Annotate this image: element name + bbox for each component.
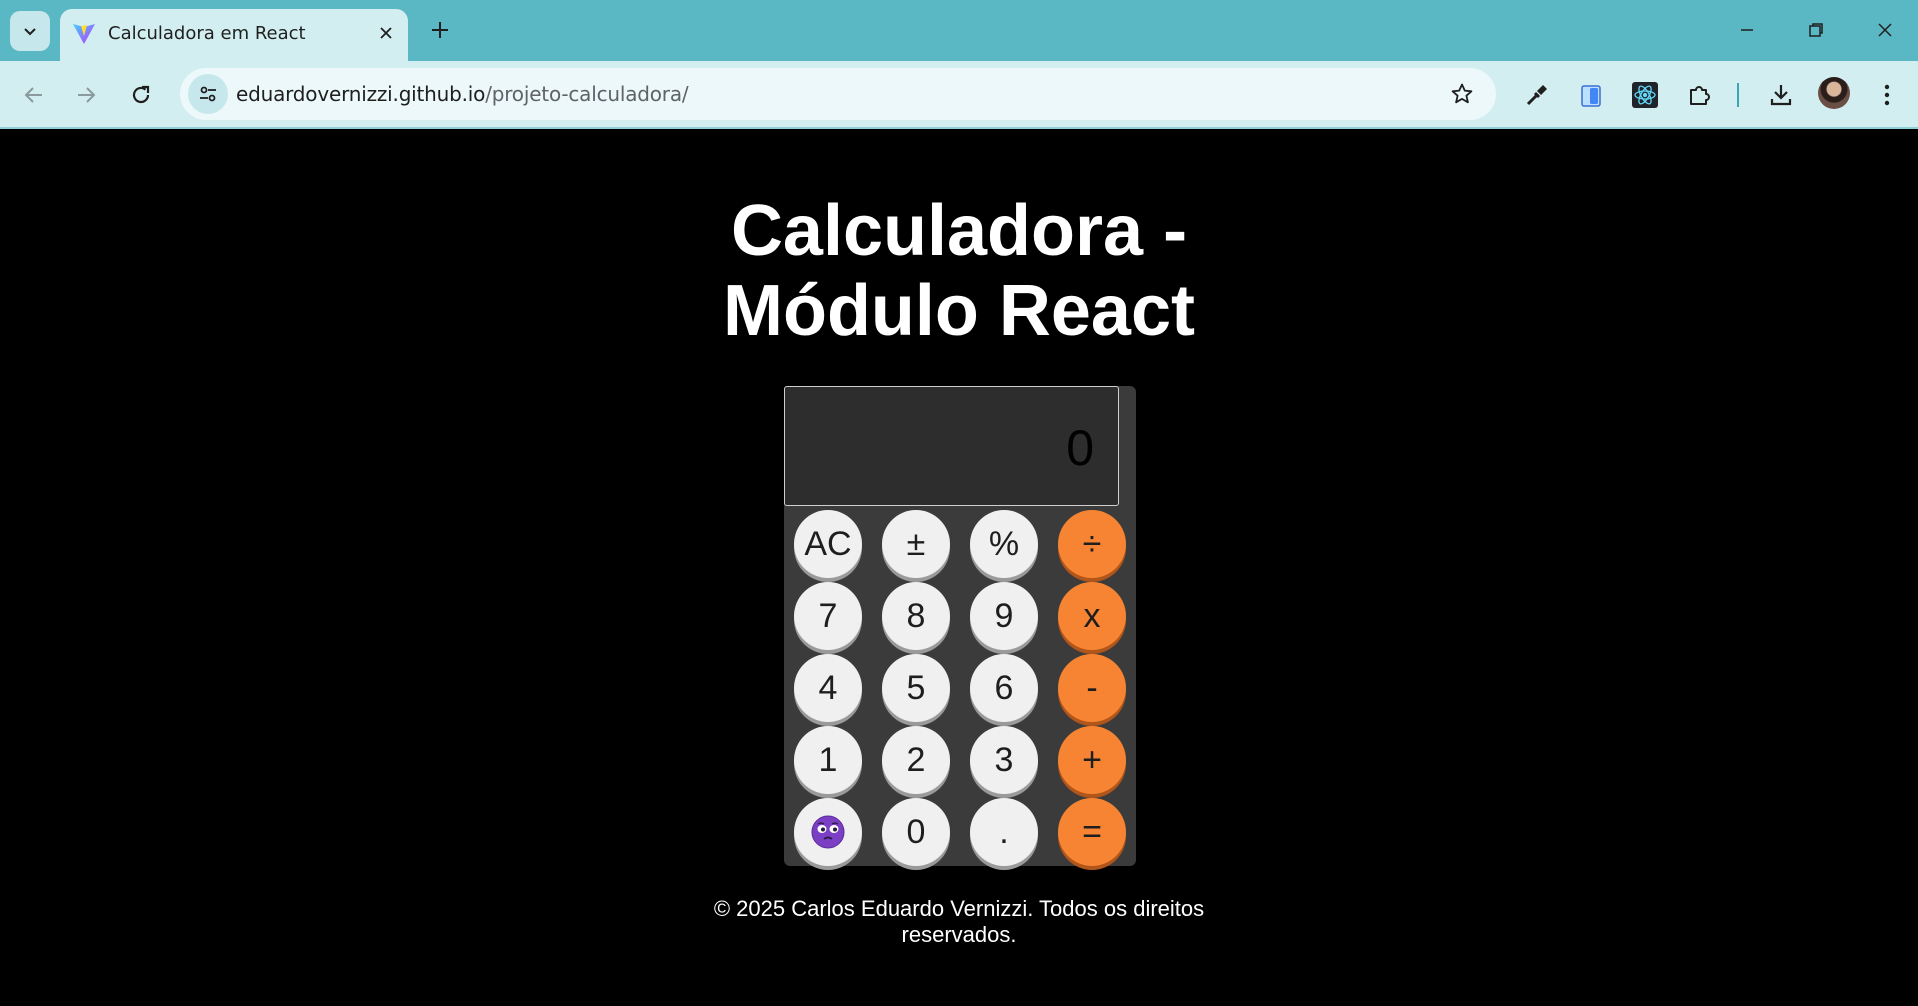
footer: © 2025 Carlos Eduardo Vernizzi. Todos os…: [0, 896, 1918, 948]
new-tab-button[interactable]: [422, 12, 458, 48]
react-devtools-button[interactable]: [1625, 75, 1665, 115]
clear-button[interactable]: AC: [794, 510, 862, 578]
device-extension-button[interactable]: [1571, 75, 1611, 115]
eyedropper-extension-button[interactable]: [1517, 75, 1557, 115]
arrow-left-icon: [24, 87, 42, 103]
tab-search-button[interactable]: [10, 11, 50, 51]
restore-button[interactable]: [1793, 8, 1839, 52]
minimize-button[interactable]: [1724, 8, 1770, 52]
extensions-button[interactable]: [1679, 75, 1719, 115]
address-bar[interactable]: eduardovernizzi.github.io/projeto-calcul…: [180, 68, 1496, 120]
url-text: eduardovernizzi.github.io/projeto-calcul…: [236, 82, 689, 106]
reload-button[interactable]: [121, 75, 161, 115]
minus-button[interactable]: -: [1058, 654, 1126, 722]
puzzle-icon: [1690, 86, 1710, 105]
divide-button[interactable]: ÷: [1058, 510, 1126, 578]
display-value: 0: [1066, 420, 1094, 476]
back-button[interactable]: [14, 75, 54, 115]
plus-minus-button[interactable]: ±: [882, 510, 950, 578]
vite-logo-icon: [73, 24, 95, 44]
downloads-button[interactable]: [1761, 75, 1801, 115]
digit-8-button[interactable]: 8: [882, 582, 950, 650]
digit-5-button[interactable]: 5: [882, 654, 950, 722]
digit-2-button[interactable]: 2: [882, 726, 950, 794]
equals-button[interactable]: =: [1058, 798, 1126, 866]
minimize-icon: [1741, 29, 1753, 31]
browser-menu-button[interactable]: [1867, 75, 1907, 115]
react-icon: [1632, 82, 1658, 108]
arrow-right-icon: [78, 87, 96, 103]
digit-0-button[interactable]: 0: [882, 798, 950, 866]
eyedropper-icon: [1526, 85, 1547, 106]
calculator-display: 0: [784, 386, 1119, 506]
more-vertical-icon: [1884, 84, 1890, 106]
url-path: /projeto-calculadora/: [485, 82, 689, 106]
browser-toolbar: eduardovernizzi.github.io/projeto-calcul…: [0, 61, 1918, 129]
emoji-button[interactable]: [794, 798, 862, 866]
reload-icon: [132, 85, 150, 104]
close-icon: [380, 27, 392, 39]
star-icon: [1451, 83, 1473, 104]
multiply-button[interactable]: x: [1058, 582, 1126, 650]
page-title: Calculadora - Módulo React: [722, 191, 1195, 351]
toolbar-divider: [1737, 83, 1739, 107]
calculator: 0 AC ± % ÷ 7 8 9 x 4 5 6 - 1 2 3 + 0 . =: [784, 386, 1136, 866]
chevron-down-icon: [24, 28, 36, 36]
digit-1-button[interactable]: 1: [794, 726, 862, 794]
browser-tab-active[interactable]: Calculadora em React: [60, 9, 408, 61]
decimal-button[interactable]: .: [970, 798, 1038, 866]
digit-3-button[interactable]: 3: [970, 726, 1038, 794]
download-icon: [1770, 85, 1792, 106]
close-icon: [1878, 23, 1892, 37]
bookmark-star-button[interactable]: [1448, 80, 1476, 108]
tune-icon: [200, 86, 216, 102]
percent-button[interactable]: %: [970, 510, 1038, 578]
digit-7-button[interactable]: 7: [794, 582, 862, 650]
digit-6-button[interactable]: 6: [970, 654, 1038, 722]
site-info-button[interactable]: [188, 74, 228, 114]
profile-avatar[interactable]: [1818, 77, 1850, 109]
url-host: eduardovernizzi.github.io: [236, 82, 486, 106]
tab-close-button[interactable]: [372, 19, 400, 47]
digit-4-button[interactable]: 4: [794, 654, 862, 722]
close-window-button[interactable]: [1862, 8, 1908, 52]
forward-button[interactable]: [66, 75, 106, 115]
footer-copyright: © 2025 Carlos Eduardo Vernizzi. Todos os…: [713, 896, 1205, 947]
phone-tablet-icon: [1581, 85, 1601, 107]
browser-tabstrip: Calculadora em React: [0, 0, 1918, 61]
restore-icon: [1809, 23, 1823, 37]
pleading-face-emoji-icon: [811, 815, 845, 849]
page-viewport: Calculadora - Módulo React 0 AC ± % ÷ 7 …: [0, 131, 1918, 1006]
plus-icon: [432, 22, 448, 38]
plus-button[interactable]: +: [1058, 726, 1126, 794]
digit-9-button[interactable]: 9: [970, 582, 1038, 650]
tab-title: Calculadora em React: [108, 23, 306, 44]
